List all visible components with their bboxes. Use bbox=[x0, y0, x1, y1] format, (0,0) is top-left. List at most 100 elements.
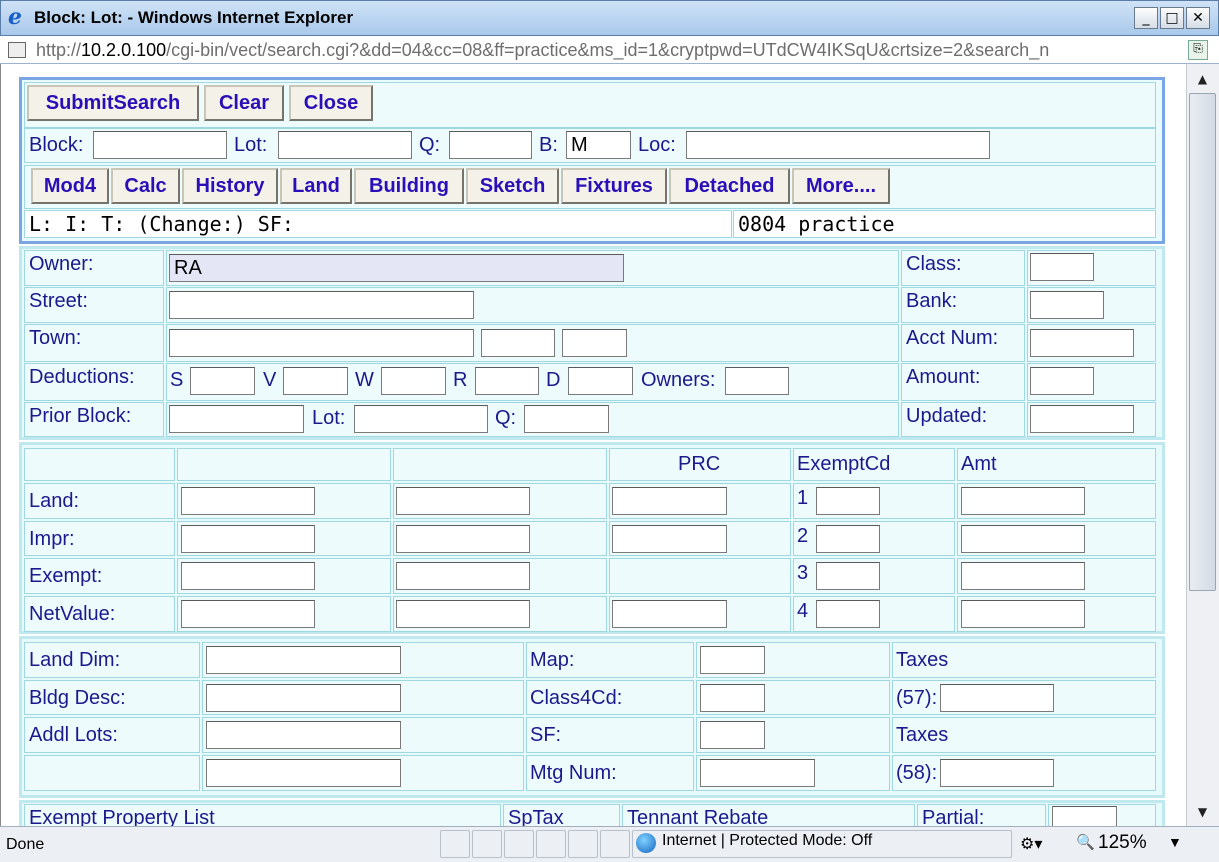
zoom-icon: 🔍 bbox=[1076, 834, 1095, 851]
tennant-rebate-label: Tennant Rebate bbox=[627, 807, 769, 826]
exempt-list-label: Exempt Property List bbox=[29, 807, 215, 826]
ded-w-input[interactable] bbox=[381, 367, 446, 395]
nav-button-detached[interactable]: Detached bbox=[669, 168, 790, 204]
loc-input[interactable] bbox=[686, 131, 990, 159]
scrollbar-thumb[interactable] bbox=[1189, 93, 1216, 591]
detail-input[interactable] bbox=[700, 646, 765, 674]
detail-label-taxes1: Taxes bbox=[896, 649, 949, 671]
detail-input[interactable] bbox=[206, 721, 401, 749]
globe-icon bbox=[636, 833, 656, 853]
close-button[interactable]: Close bbox=[289, 85, 373, 121]
compatibility-icon[interactable]: ⎘ bbox=[1188, 40, 1208, 60]
b-label: B: bbox=[539, 134, 558, 156]
exempt-cd-input[interactable] bbox=[816, 600, 880, 628]
class-input[interactable] bbox=[1030, 253, 1094, 281]
amount-input[interactable] bbox=[1030, 367, 1094, 395]
detail-input[interactable] bbox=[700, 684, 765, 712]
ded-s-input[interactable] bbox=[190, 367, 255, 395]
submit-search-button[interactable]: SubmitSearch bbox=[27, 85, 199, 121]
minimize-button[interactable]: _ bbox=[1134, 7, 1158, 29]
prior-lot-input[interactable] bbox=[354, 405, 488, 433]
owner-input[interactable] bbox=[169, 254, 624, 282]
acct-num-input[interactable] bbox=[1030, 329, 1134, 357]
sptax-label: SpTax bbox=[508, 807, 564, 826]
exempt-number: 4 bbox=[797, 600, 809, 622]
town-label: Town: bbox=[29, 327, 82, 349]
owners-input[interactable] bbox=[725, 367, 789, 395]
partial-input[interactable] bbox=[1052, 806, 1117, 826]
nav-button-land[interactable]: Land bbox=[280, 168, 352, 204]
scroll-down-icon[interactable]: ▼ bbox=[1189, 800, 1216, 824]
scroll-up-icon[interactable]: ▲ bbox=[1189, 67, 1216, 91]
updated-input[interactable] bbox=[1030, 405, 1134, 433]
url-field[interactable]: http://10.2.0.100/cgi-bin/vect/search.cg… bbox=[36, 40, 1181, 61]
nav-button-sketch[interactable]: Sketch bbox=[466, 168, 559, 204]
values-row-label: Impr: bbox=[29, 528, 75, 550]
zip-input[interactable] bbox=[562, 329, 627, 357]
values-col1-input[interactable] bbox=[181, 487, 315, 515]
zoom-level[interactable]: 125% bbox=[1098, 832, 1147, 854]
prc-input[interactable] bbox=[612, 525, 727, 553]
town-label-cell: Town: bbox=[24, 324, 164, 362]
deductions-label-cell: Deductions: bbox=[24, 363, 164, 401]
zoom-dropdown-icon[interactable]: ▼ bbox=[1168, 834, 1182, 850]
amt-input[interactable] bbox=[961, 525, 1085, 553]
detail-input[interactable] bbox=[700, 721, 765, 749]
values-col2-input[interactable] bbox=[396, 562, 530, 590]
detail-input[interactable] bbox=[700, 759, 815, 787]
prior-block-input[interactable] bbox=[169, 405, 304, 433]
sptax-cell: SpTax bbox=[503, 804, 620, 826]
clear-button[interactable]: Clear bbox=[204, 85, 284, 121]
street-input[interactable] bbox=[169, 291, 474, 319]
nav-button-calc[interactable]: Calc bbox=[111, 168, 180, 204]
detail-label-taxes2: Taxes bbox=[896, 724, 949, 746]
taxes-input[interactable] bbox=[940, 759, 1054, 787]
street-label: Street: bbox=[29, 290, 88, 312]
town-input[interactable] bbox=[169, 329, 474, 357]
values-col1-input[interactable] bbox=[181, 525, 315, 553]
exempt-cd-input[interactable] bbox=[816, 487, 880, 515]
popup-blocker-icon[interactable]: ⚙▾ bbox=[1020, 834, 1042, 854]
amt-input[interactable] bbox=[961, 600, 1085, 628]
nav-button-building[interactable]: Building bbox=[354, 168, 464, 204]
detail-input[interactable] bbox=[206, 646, 401, 674]
values-col2-input[interactable] bbox=[396, 600, 530, 628]
owners-label: Owners: bbox=[641, 369, 716, 391]
b-input[interactable] bbox=[566, 131, 631, 159]
amt-input[interactable] bbox=[961, 562, 1085, 590]
prc-input[interactable] bbox=[612, 487, 727, 515]
detail-input[interactable] bbox=[206, 759, 401, 787]
nav-button-mod4[interactable]: Mod4 bbox=[31, 168, 109, 204]
taxes-input[interactable] bbox=[940, 684, 1054, 712]
maximize-button[interactable]: □ bbox=[1160, 7, 1184, 29]
security-zone: Internet | Protected Mode: Off bbox=[662, 832, 873, 849]
q-input[interactable] bbox=[449, 131, 532, 159]
exempt-cd-input[interactable] bbox=[816, 525, 880, 553]
class-label-cell: Class: bbox=[901, 250, 1025, 286]
block-input[interactable] bbox=[93, 131, 227, 159]
detail-label-class4cd: Class4Cd: bbox=[530, 687, 623, 709]
lot-input[interactable] bbox=[278, 131, 412, 159]
detail-input[interactable] bbox=[206, 684, 401, 712]
url-path: /cgi-bin/vect/search.cgi?&dd=04&cc=08&ff… bbox=[166, 40, 1050, 60]
values-col2-input[interactable] bbox=[396, 525, 530, 553]
ded-v-input[interactable] bbox=[283, 367, 348, 395]
details-cell bbox=[24, 755, 200, 791]
prc-input[interactable] bbox=[612, 600, 727, 628]
state-input[interactable] bbox=[481, 329, 555, 357]
exempt-cd-input[interactable] bbox=[816, 562, 880, 590]
values-col1-input[interactable] bbox=[181, 600, 315, 628]
bank-input[interactable] bbox=[1030, 291, 1104, 319]
ded-r-input[interactable] bbox=[475, 367, 539, 395]
rebate-cell: Tennant Rebate bbox=[622, 804, 915, 826]
close-window-button[interactable]: ✕ bbox=[1186, 7, 1210, 29]
nav-button-more[interactable]: More.... bbox=[792, 168, 890, 204]
values-col2-input[interactable] bbox=[396, 487, 530, 515]
nav-button-fixtures[interactable]: Fixtures bbox=[561, 168, 667, 204]
prior-q-input[interactable] bbox=[524, 405, 609, 433]
values-col1-input[interactable] bbox=[181, 562, 315, 590]
prior-q-label: Q: bbox=[495, 407, 517, 429]
nav-button-history[interactable]: History bbox=[182, 168, 278, 204]
ded-d-input[interactable] bbox=[568, 367, 633, 395]
amt-input[interactable] bbox=[961, 487, 1085, 515]
